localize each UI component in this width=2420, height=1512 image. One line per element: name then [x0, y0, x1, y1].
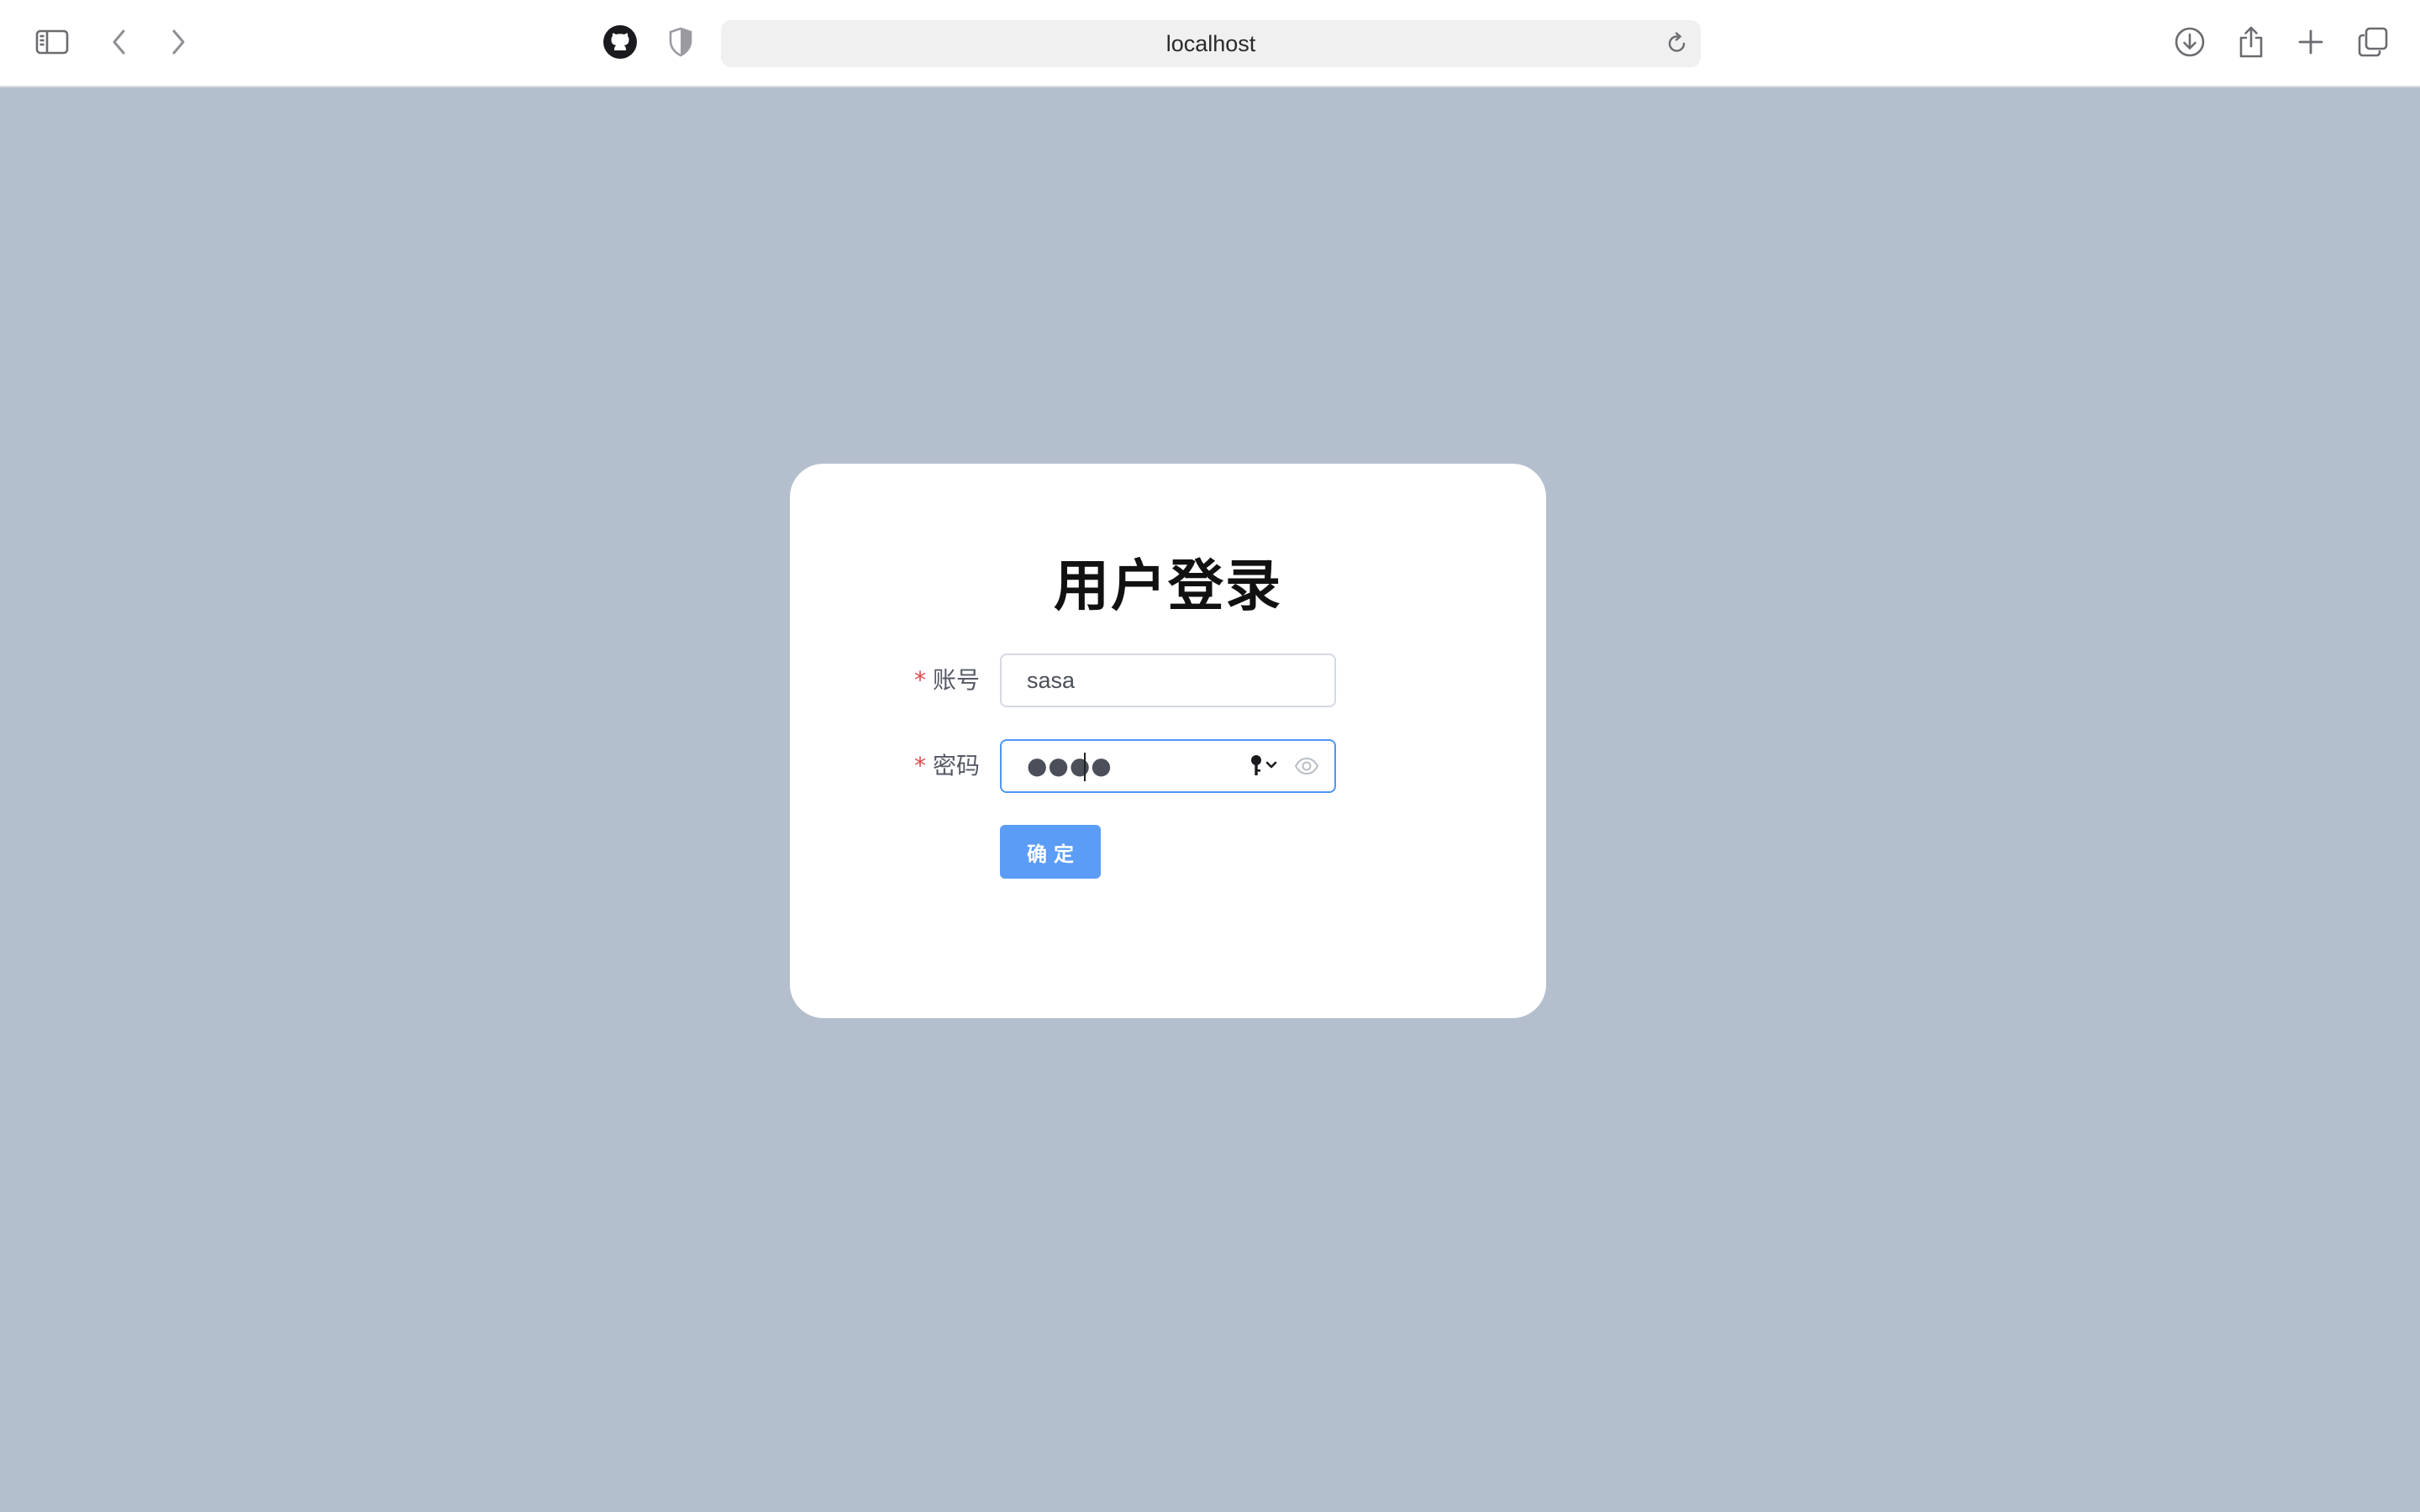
page-background: 用户登录 *账号 *密码 ●●●●: [0, 89, 2420, 1512]
account-label-text: 账号: [932, 666, 980, 694]
login-title: 用户登录: [1054, 553, 1282, 618]
account-form-row: * 账号: [790, 654, 1546, 707]
address-text[interactable]: localhost: [1166, 31, 1256, 57]
account-input-wrapper: [1000, 654, 1336, 707]
chevron-right-icon[interactable]: [155, 18, 202, 66]
chevron-left-icon[interactable]: [96, 18, 143, 66]
download-icon[interactable]: [2166, 18, 2213, 66]
address-bar[interactable]: localhost: [721, 20, 1701, 67]
login-card: 用户登录 *账号 *密码 ●●●●: [790, 464, 1546, 1018]
key-icon[interactable]: [1249, 753, 1282, 780]
account-input[interactable]: [1002, 655, 1334, 706]
text-caret: [1084, 753, 1086, 781]
password-input[interactable]: ●●●●: [1000, 739, 1336, 793]
browser-toolbar: localhost: [0, 0, 2420, 87]
confirm-button[interactable]: 确定: [1000, 825, 1101, 879]
password-masked-value[interactable]: ●●●●: [1027, 741, 1113, 791]
tabs-overview-icon[interactable]: [2349, 18, 2396, 66]
required-star: *: [913, 752, 926, 780]
password-label: * 密码: [914, 739, 980, 793]
sidebar-icon[interactable]: [29, 18, 76, 66]
password-form-row: * 密码 ●●●●: [790, 739, 1546, 793]
github-icon[interactable]: [597, 18, 644, 66]
reload-icon[interactable]: [1662, 29, 1692, 59]
shield-icon[interactable]: [657, 18, 704, 66]
password-label-text: 密码: [932, 752, 980, 780]
plus-icon[interactable]: [2287, 18, 2334, 66]
required-star: *: [913, 666, 926, 694]
account-label: * 账号: [914, 654, 980, 707]
share-icon[interactable]: [2228, 18, 2275, 66]
eye-icon[interactable]: [1294, 756, 1319, 776]
